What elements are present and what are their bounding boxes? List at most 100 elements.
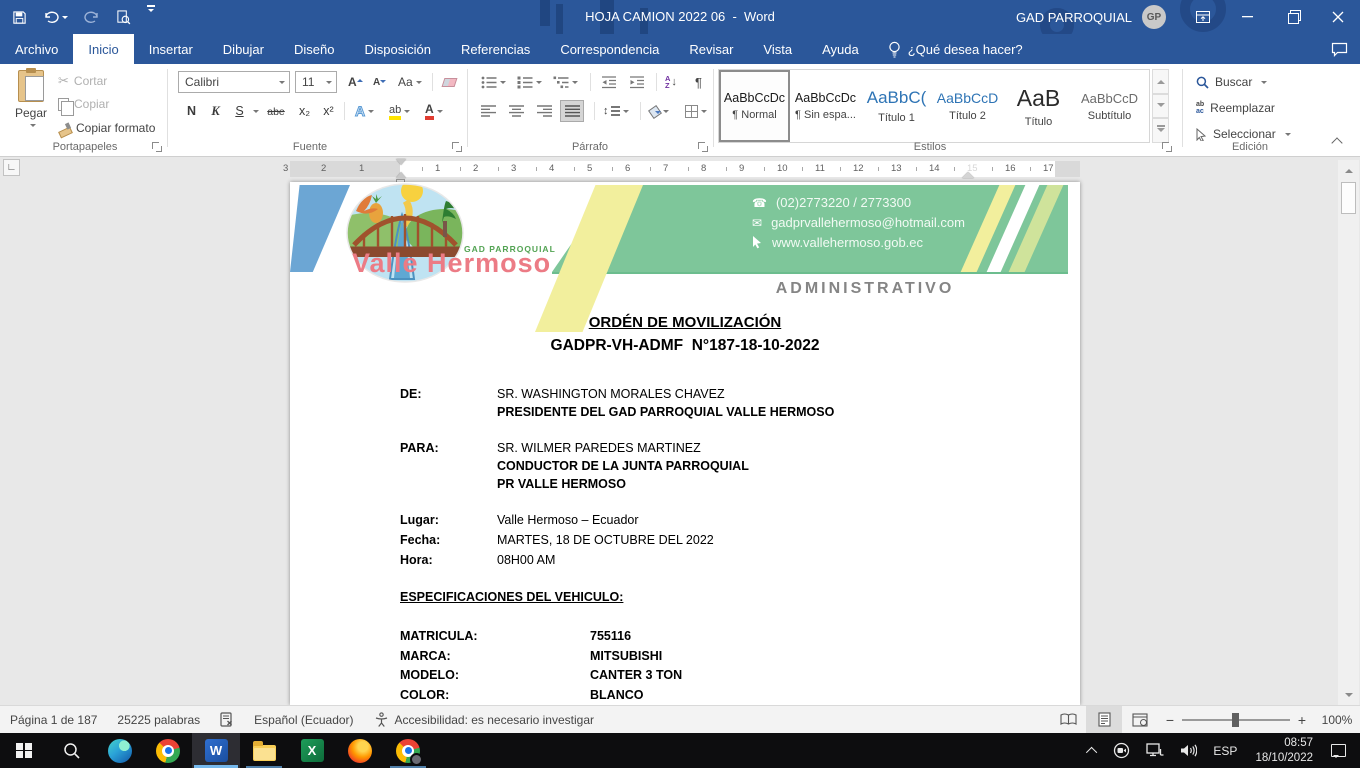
read-mode-button[interactable]: [1050, 706, 1086, 733]
accessibility-status[interactable]: Accesibilidad: es necesario investigar: [364, 706, 604, 733]
sort-button[interactable]: [660, 71, 682, 93]
taskbar-edge[interactable]: [96, 733, 144, 768]
avatar[interactable]: GP: [1142, 5, 1166, 29]
line-spacing-button[interactable]: [598, 100, 634, 122]
tab-revisar[interactable]: Revisar: [674, 34, 748, 64]
find-caret[interactable]: [1261, 81, 1267, 87]
tab-diseno[interactable]: Diseño: [279, 34, 349, 64]
find-button[interactable]: Buscar: [1196, 71, 1267, 93]
print-layout-button[interactable]: [1086, 706, 1122, 733]
align-center-button[interactable]: [504, 100, 528, 122]
shading-button[interactable]: [644, 100, 674, 122]
tab-archivo[interactable]: Archivo: [0, 34, 73, 64]
line-spacing-caret[interactable]: [623, 110, 629, 116]
styles-scroll-up-button[interactable]: [1152, 69, 1169, 94]
word-count[interactable]: 25225 palabras: [107, 706, 210, 733]
style-normal[interactable]: AaBbCcDc ¶ Normal: [719, 70, 790, 142]
right-indent-marker[interactable]: [962, 166, 974, 178]
style-subtitle[interactable]: AaBbCcD Subtítulo: [1074, 70, 1145, 142]
restore-button[interactable]: [1270, 0, 1315, 34]
styles-more-button[interactable]: [1152, 118, 1169, 143]
taskbar-word[interactable]: W: [192, 733, 240, 768]
select-caret[interactable]: [1285, 133, 1291, 139]
web-layout-button[interactable]: [1122, 706, 1158, 733]
font-dialog-launcher[interactable]: [452, 142, 462, 152]
change-case-button[interactable]: Aa: [393, 71, 427, 93]
document-page[interactable]: (02)2773220 / 2773300 gadprvallehermoso@…: [290, 182, 1080, 705]
collapse-ribbon-button[interactable]: [1330, 136, 1346, 148]
show-marks-button[interactable]: [690, 71, 707, 93]
taskbar-chrome[interactable]: [144, 733, 192, 768]
shrink-font-button[interactable]: A: [368, 71, 391, 93]
ribbon-display-options-button[interactable]: [1180, 0, 1225, 34]
multilevel-caret[interactable]: [572, 81, 578, 87]
taskbar-search-button[interactable]: [48, 733, 96, 768]
borders-button[interactable]: [680, 100, 712, 122]
bullets-caret[interactable]: [500, 81, 506, 87]
tab-disposicion[interactable]: Disposición: [349, 34, 445, 64]
justify-button[interactable]: [560, 100, 584, 122]
tab-inicio[interactable]: Inicio: [73, 34, 133, 64]
vertical-scrollbar[interactable]: [1338, 160, 1359, 705]
increase-indent-button[interactable]: [624, 71, 650, 93]
styles-dialog-launcher[interactable]: [1162, 142, 1172, 152]
shading-caret[interactable]: [663, 110, 669, 116]
tab-dibujar[interactable]: Dibujar: [208, 34, 279, 64]
zoom-slider[interactable]: [1182, 719, 1290, 721]
zoom-percentage[interactable]: 100%: [1314, 713, 1360, 727]
highlight-color-button[interactable]: [384, 100, 415, 122]
tray-clock[interactable]: 08:57 18/10/2022: [1247, 736, 1321, 766]
tab-correspondencia[interactable]: Correspondencia: [545, 34, 674, 64]
font-color-caret[interactable]: [437, 110, 443, 116]
tab-selector[interactable]: ∟: [3, 159, 20, 176]
scroll-up-button[interactable]: [1341, 162, 1356, 178]
decrease-indent-button[interactable]: [596, 71, 622, 93]
font-color-button[interactable]: [420, 100, 448, 122]
style-heading2[interactable]: AaBbCcD Título 2: [932, 70, 1003, 142]
align-left-button[interactable]: [476, 100, 500, 122]
scroll-down-button[interactable]: [1341, 687, 1356, 703]
style-heading1[interactable]: AaBbC( Título 1: [861, 70, 932, 142]
tell-me-box[interactable]: ¿Qué desea hacer?: [888, 34, 1023, 64]
proofing-status[interactable]: [210, 706, 244, 733]
tray-language-indicator[interactable]: ESP: [1207, 733, 1243, 768]
start-button[interactable]: [0, 733, 48, 768]
comments-button[interactable]: [1331, 34, 1348, 64]
bullets-button[interactable]: [476, 71, 511, 93]
taskbar-chrome-profile[interactable]: [384, 733, 432, 768]
page-indicator[interactable]: Página 1 de 187: [0, 706, 107, 733]
numbering-caret[interactable]: [536, 81, 542, 87]
taskbar-file-explorer[interactable]: [240, 733, 288, 768]
tray-meet-now-button[interactable]: [1107, 733, 1136, 768]
zoom-in-button[interactable]: +: [1290, 712, 1314, 728]
tray-volume-button[interactable]: [1174, 733, 1203, 768]
print-preview-button[interactable]: [114, 5, 133, 29]
undo-dropdown-caret[interactable]: [62, 16, 68, 22]
grow-font-button[interactable]: A: [343, 71, 368, 93]
action-center-button[interactable]: [1325, 733, 1352, 768]
replace-button[interactable]: Reemplazar: [1196, 97, 1275, 119]
paste-button[interactable]: Pegar: [8, 70, 54, 142]
highlight-caret[interactable]: [404, 110, 410, 116]
multilevel-list-button[interactable]: [548, 71, 583, 93]
zoom-slider-thumb[interactable]: [1232, 713, 1239, 727]
font-family-combobox[interactable]: Calibri: [178, 71, 290, 93]
account-name[interactable]: GAD PARROQUIAL: [1016, 10, 1132, 25]
tray-network-button[interactable]: [1140, 733, 1170, 768]
close-button[interactable]: [1315, 0, 1360, 34]
text-effects-button[interactable]: [350, 100, 379, 122]
tab-referencias[interactable]: Referencias: [446, 34, 545, 64]
paragraph-dialog-launcher[interactable]: [698, 142, 708, 152]
tab-ayuda[interactable]: Ayuda: [807, 34, 874, 64]
customize-qat-button[interactable]: [145, 5, 157, 29]
tab-vista[interactable]: Vista: [748, 34, 807, 64]
style-no-spacing[interactable]: AaBbCcDc ¶ Sin espa...: [790, 70, 861, 142]
format-painter-button[interactable]: Copiar formato: [58, 117, 155, 139]
taskbar-excel[interactable]: X: [288, 733, 336, 768]
tray-hidden-icons-button[interactable]: [1083, 733, 1103, 768]
font-size-combobox[interactable]: 11: [295, 71, 337, 93]
language-indicator[interactable]: Español (Ecuador): [244, 706, 363, 733]
scrollbar-thumb[interactable]: [1341, 182, 1356, 214]
clear-formatting-button[interactable]: [438, 71, 461, 93]
save-button[interactable]: [10, 5, 29, 29]
